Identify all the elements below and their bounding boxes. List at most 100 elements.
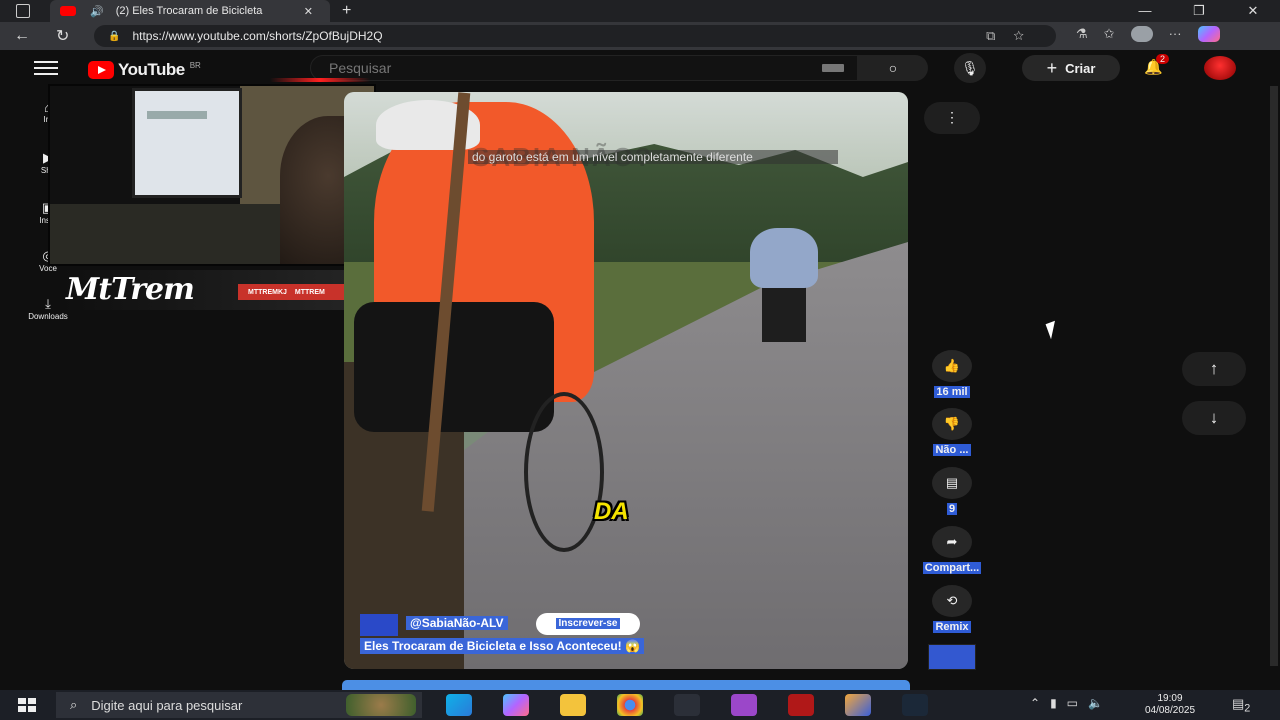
copilot-icon[interactable]	[1197, 26, 1220, 42]
app-arrow-icon[interactable]	[674, 694, 700, 716]
refresh-icon[interactable]: ↻	[56, 26, 84, 46]
page-scrollbar[interactable]	[1270, 86, 1278, 666]
favorites-icon[interactable]: ✩	[1104, 26, 1115, 42]
youtube-logo[interactable]: YouTube BR	[88, 60, 201, 80]
streamer-name: MtTrem	[66, 272, 195, 307]
next-short-button[interactable]: ↓	[1182, 401, 1246, 435]
subscribe-button[interactable]: Inscrever-se	[536, 613, 640, 635]
video-top-subtitle: do garoto está em um nível completamente…	[468, 150, 838, 164]
search-highlight-owl-icon[interactable]	[346, 694, 416, 716]
dislike-label-text: Não ...	[933, 444, 971, 456]
url-text: https://www.youtube.com/shorts/ZpOfBujDH…	[132, 29, 383, 43]
overlay-accent-line	[270, 78, 370, 82]
new-tab-button[interactable]: +	[342, 2, 351, 20]
usb-icon[interactable]: ▮	[1050, 696, 1057, 710]
notifications-button[interactable]: 🔔 2	[1144, 54, 1170, 76]
notification-center-count: 2	[1244, 702, 1251, 715]
next-video-preview	[342, 680, 910, 690]
extensions-icon[interactable]: ⚗	[1076, 26, 1088, 42]
notification-badge: 2	[1156, 54, 1170, 64]
channel-name[interactable]: @SabiaNão-ALV	[406, 616, 508, 630]
comments-button[interactable]: ▤ 9	[916, 467, 988, 515]
favorite-star-icon[interactable]: ⧉☆	[986, 28, 1042, 44]
remix-label: Remix	[916, 621, 988, 633]
url-field[interactable]: 🔒 https://www.youtube.com/shorts/ZpOfBuj…	[94, 25, 1056, 47]
like-count-text: 16 mil	[934, 386, 970, 398]
video-rider-shorts	[354, 302, 554, 432]
create-button[interactable]: + Criar	[1022, 55, 1120, 81]
windows-start-icon[interactable]	[18, 698, 36, 712]
youtube-play-icon	[88, 61, 114, 79]
close-tab-icon[interactable]: ✕	[304, 5, 313, 18]
tray-expand-icon[interactable]: ⌃	[1030, 696, 1040, 710]
more-options-button[interactable]: ⋮	[924, 102, 980, 134]
microphone-icon: 🎙	[961, 60, 979, 76]
edge-icon[interactable]	[446, 694, 472, 716]
volume-icon[interactable]: 🔈	[1088, 696, 1103, 710]
video-far-rider	[750, 228, 818, 288]
like-button[interactable]: 👍 16 mil	[916, 350, 988, 398]
taskbar-clock[interactable]: 19:09 04/08/2025	[1140, 693, 1200, 717]
thumbs-up-icon: 👍	[932, 350, 972, 382]
browser-tab[interactable]: 🔊 (2) Eles Trocaram de Bicicleta ✕	[50, 0, 330, 22]
remix-icon: ⟲	[932, 585, 972, 617]
sound-thumbnail[interactable]	[928, 644, 976, 670]
notification-center-icon[interactable]: ▤2	[1232, 696, 1250, 715]
search-button[interactable]: ○	[858, 55, 928, 81]
arrow-up-icon: ↑	[1209, 359, 1219, 378]
steam-icon[interactable]	[902, 694, 928, 716]
taskbar-apps	[446, 694, 959, 716]
share-arrow-icon: ➦	[932, 526, 972, 558]
search-icon: ○	[888, 60, 898, 76]
close-window-icon[interactable]: ✕	[1226, 0, 1280, 22]
tab-actions-icon[interactable]	[16, 4, 30, 18]
editor-app-icon[interactable]	[845, 694, 871, 716]
youtube-handle: MTTREM	[294, 288, 325, 296]
system-tray: ⌃ ▮ ▭ 🔈	[1030, 696, 1103, 710]
webcam-overlay	[48, 84, 376, 266]
create-label: Criar	[1065, 60, 1096, 76]
webcam-monitor	[132, 88, 242, 198]
remix-label-text: Remix	[933, 621, 971, 633]
search-input[interactable]: Pesquisar	[310, 55, 858, 81]
discord-icon[interactable]	[731, 694, 757, 716]
window-controls: — ❐ ✕	[1118, 0, 1280, 22]
speaker-icon[interactable]: 🔊	[90, 5, 104, 18]
voice-search-button[interactable]: 🎙	[954, 53, 986, 83]
file-explorer-icon[interactable]	[560, 694, 586, 716]
taskbar-search-icon: ⌕	[70, 697, 78, 712]
copilot-app-icon[interactable]	[503, 694, 529, 716]
like-count: 16 mil	[916, 386, 988, 398]
account-avatar[interactable]	[1204, 56, 1236, 80]
share-label-text: Compart...	[922, 562, 982, 574]
menu-icon[interactable]	[34, 61, 58, 79]
minimize-icon[interactable]: —	[1118, 0, 1172, 22]
share-button[interactable]: ➦ Compart...	[916, 526, 988, 574]
arrow-down-icon: ↓	[1209, 408, 1219, 427]
more-menu-icon[interactable]: ···	[1169, 26, 1182, 42]
browser-tab-bar: 🔊 (2) Eles Trocaram de Bicicleta ✕ + — ❐…	[0, 0, 1280, 22]
keyboard-icon[interactable]	[822, 64, 844, 72]
mouse-cursor-icon	[1045, 320, 1061, 340]
comment-icon: ▤	[932, 467, 972, 499]
back-icon[interactable]: ←	[14, 27, 42, 45]
lock-icon[interactable]: 🔒	[108, 31, 120, 42]
browser-toolbar: ⚗ ✩ ···	[1076, 26, 1220, 42]
previous-short-button[interactable]: ↑	[1182, 352, 1246, 386]
shorts-video-player[interactable]: SABIA NÃO? do garoto está em um nível co…	[344, 92, 908, 669]
video-title[interactable]: Eles Trocaram de Bicicleta e Isso Aconte…	[360, 638, 644, 654]
obs-icon[interactable]	[788, 694, 814, 716]
dislike-button[interactable]: 👎 Não ...	[916, 408, 988, 456]
restore-icon[interactable]: ❐	[1172, 0, 1226, 22]
channel-avatar[interactable]	[360, 614, 398, 636]
youtube-masthead: YouTube BR Pesquisar ○ 🎙 + Criar 🔔 2	[0, 50, 1280, 86]
remix-button[interactable]: ⟲ Remix	[916, 585, 988, 633]
logo-text: YouTube	[118, 60, 185, 79]
more-vertical-icon: ⋮	[945, 109, 959, 125]
chrome-icon[interactable]	[617, 694, 643, 716]
streamer-banner: MtTrem MTTREMKJ MTTREM	[62, 270, 372, 310]
subscribe-label: Inscrever-se	[555, 618, 621, 629]
profile-avatar[interactable]	[1130, 26, 1153, 42]
network-icon[interactable]: ▭	[1067, 696, 1078, 710]
instagram-handle: MTTREMKJ	[248, 288, 287, 296]
